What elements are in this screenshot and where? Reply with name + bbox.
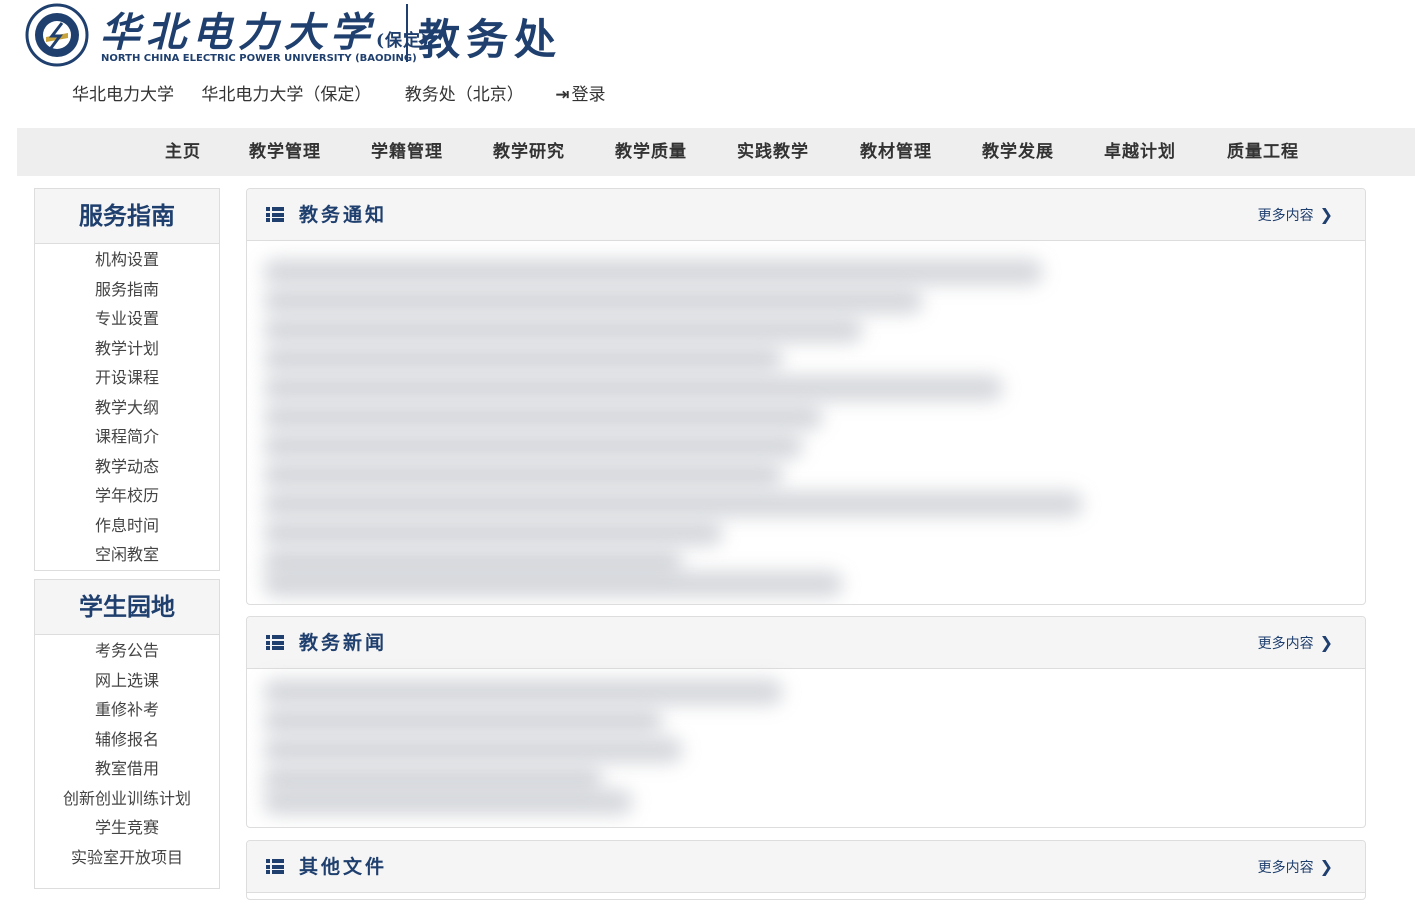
- sidebar-item[interactable]: 课程简介: [35, 422, 219, 452]
- sidebar-student-title: 学生园地: [35, 580, 219, 635]
- sidebar-service-title: 服务指南: [35, 189, 219, 244]
- nav-home[interactable]: 主页: [165, 128, 201, 176]
- nav-teaching-quality[interactable]: 教学质量: [615, 128, 687, 176]
- sidebar-item[interactable]: 教室借用: [35, 754, 219, 784]
- sidebar-item[interactable]: 实验室开放项目: [35, 843, 219, 873]
- sidebar-item[interactable]: 教学动态: [35, 452, 219, 482]
- main-nav: 主页 教学管理 学籍管理 教学研究 教学质量 实践教学 教材管理 教学发展 卓越…: [17, 128, 1415, 176]
- login-link[interactable]: ⇥ 登录: [555, 80, 605, 105]
- sidebar-item[interactable]: 学生竞赛: [35, 813, 219, 843]
- sidebar-service-guide: 服务指南 机构设置 服务指南 专业设置 教学计划 开设课程 教学大纲 课程简介 …: [34, 188, 220, 571]
- panel-news: 教务新闻 更多内容 ❯: [246, 616, 1366, 828]
- nav-practice-teaching[interactable]: 实践教学: [737, 128, 809, 176]
- login-icon: ⇥: [555, 85, 570, 105]
- panel-notices-title: 教务通知: [299, 204, 388, 226]
- login-label: 登录: [571, 85, 606, 105]
- university-seal-icon: [25, 3, 89, 67]
- sidebar-item[interactable]: 考务公告: [35, 636, 219, 666]
- top-links: 华北电力大学 华北电力大学（保定） 教务处（北京） ⇥ 登录: [72, 80, 605, 105]
- nav-teaching-research[interactable]: 教学研究: [493, 128, 565, 176]
- sidebar-item[interactable]: 作息时间: [35, 511, 219, 541]
- sidebar-item[interactable]: 创新创业训练计划: [35, 784, 219, 814]
- list-icon: [266, 635, 284, 650]
- sidebar-item[interactable]: 辅修报名: [35, 725, 219, 755]
- nav-student-status[interactable]: 学籍管理: [371, 128, 443, 176]
- link-ncepu-baoding[interactable]: 华北电力大学（保定）: [201, 80, 371, 105]
- chevron-right-icon: ❯: [1319, 633, 1333, 652]
- sidebar-item[interactable]: 网上选课: [35, 666, 219, 696]
- nav-textbook[interactable]: 教材管理: [860, 128, 932, 176]
- link-jwc-beijing[interactable]: 教务处（北京）: [405, 80, 524, 105]
- chevron-right-icon: ❯: [1319, 857, 1333, 876]
- nav-excellence-plan[interactable]: 卓越计划: [1104, 128, 1176, 176]
- panel-news-header: 教务新闻 更多内容 ❯: [247, 617, 1365, 669]
- panel-other-files: 其他文件 更多内容 ❯: [246, 840, 1366, 900]
- nav-teaching-management[interactable]: 教学管理: [249, 128, 321, 176]
- sidebar-item[interactable]: 专业设置: [35, 304, 219, 334]
- panel-files-header: 其他文件 更多内容 ❯: [247, 841, 1365, 893]
- department-name: 教务处: [418, 15, 563, 64]
- sidebar-student-area: 学生园地 考务公告 网上选课 重修补考 辅修报名 教室借用 创新创业训练计划 学…: [34, 579, 220, 889]
- nav-quality-project[interactable]: 质量工程: [1227, 128, 1299, 176]
- sidebar-item[interactable]: 空闲教室: [35, 540, 219, 570]
- chevron-right-icon: ❯: [1319, 205, 1333, 224]
- panel-notices-header: 教务通知 更多内容 ❯: [247, 189, 1365, 241]
- panel-notices: 教务通知 更多内容 ❯: [246, 188, 1366, 605]
- sidebar-item[interactable]: 教学大纲: [35, 393, 219, 423]
- sidebar-item[interactable]: 重修补考: [35, 695, 219, 725]
- list-icon: [266, 859, 284, 874]
- site-header: 华北电力大学(保定) NORTH CHINA ELECTRIC POWER UN…: [0, 0, 1415, 125]
- sidebar-item[interactable]: 机构设置: [35, 245, 219, 275]
- more-link[interactable]: 更多内容 ❯: [1258, 617, 1333, 669]
- university-name-en: NORTH CHINA ELECTRIC POWER UNIVERSITY (B…: [101, 53, 417, 64]
- sidebar-item[interactable]: 服务指南: [35, 275, 219, 305]
- nav-development[interactable]: 教学发展: [982, 128, 1054, 176]
- sidebar-item[interactable]: 学年校历: [35, 481, 219, 511]
- list-icon: [266, 207, 284, 222]
- more-link[interactable]: 更多内容 ❯: [1258, 841, 1333, 893]
- panel-files-title: 其他文件: [299, 856, 388, 878]
- more-link[interactable]: 更多内容 ❯: [1258, 189, 1333, 241]
- sidebar-item[interactable]: 教学计划: [35, 334, 219, 364]
- panel-news-title: 教务新闻: [299, 632, 388, 654]
- sidebar-item[interactable]: 开设课程: [35, 363, 219, 393]
- university-name: 华北电力大学(保定): [100, 9, 431, 56]
- link-ncepu[interactable]: 华北电力大学: [72, 80, 174, 105]
- logo-divider: [406, 4, 408, 62]
